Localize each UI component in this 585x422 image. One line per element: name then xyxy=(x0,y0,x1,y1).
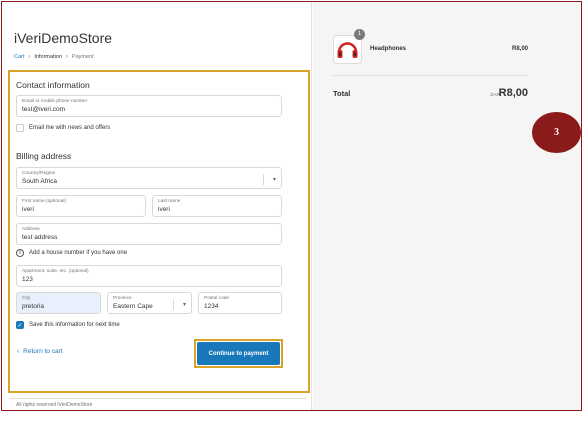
checkmark-icon: ✓ xyxy=(17,322,23,329)
postal-code-label: Postal code xyxy=(204,296,230,301)
address-label: Address xyxy=(22,227,40,232)
country-select-label: Country/Region xyxy=(22,171,56,176)
apartment-value: 123 xyxy=(22,276,33,283)
country-select[interactable]: Country/Region South Africa ▾ xyxy=(16,167,282,189)
breadcrumb-payment: Payment xyxy=(71,54,94,60)
order-summary-panel: 1 Headphones R8,00 Total ZAR R8,00 xyxy=(313,2,581,410)
last-name-field[interactable]: Last name iveri xyxy=(152,195,282,217)
address-value: test address xyxy=(22,234,58,241)
first-name-label: First name (optional) xyxy=(22,199,66,204)
chevron-right-icon: › xyxy=(28,54,31,60)
checkout-form-panel: iVeriDemoStore Cart › Information › Paym… xyxy=(2,2,312,410)
province-label: Province xyxy=(113,296,132,301)
chevron-down-icon: ▾ xyxy=(272,177,276,183)
footer-divider xyxy=(10,398,306,399)
last-name-label: Last name xyxy=(158,199,181,204)
continue-to-payment-button[interactable]: Continue to payment xyxy=(197,342,280,365)
product-price: R8,00 xyxy=(511,46,528,52)
info-icon: i xyxy=(16,249,24,257)
select-divider xyxy=(173,299,174,310)
quantity-badge: 1 xyxy=(354,29,365,40)
headphones-icon xyxy=(337,42,358,58)
postal-code-value: 1234 xyxy=(204,303,219,310)
step-number-badge: 3 xyxy=(532,112,581,153)
billing-section-title: Billing address xyxy=(16,151,72,161)
city-value: pretoria xyxy=(22,303,45,310)
chevron-down-icon: ▾ xyxy=(182,302,186,308)
news-checkbox[interactable] xyxy=(16,124,24,132)
apartment-label: Apartment, suite, etc. (optional) xyxy=(22,269,89,274)
email-field-label: Email or mobile phone number xyxy=(22,99,88,104)
city-field[interactable]: City pretoria xyxy=(16,292,101,314)
continue-button-highlight: Continue to payment xyxy=(194,339,283,368)
apartment-field[interactable]: Apartment, suite, etc. (optional) 123 xyxy=(16,265,282,287)
save-info-checkbox-row[interactable]: ✓ Save this information for next time xyxy=(16,321,120,329)
return-to-cart-link[interactable]: ‹ Return to cart xyxy=(17,348,63,355)
breadcrumb-information: Information xyxy=(34,54,62,60)
postal-code-field[interactable]: Postal code 1234 xyxy=(198,292,282,314)
total-value: R8,00 xyxy=(498,87,528,99)
save-info-checkbox[interactable]: ✓ xyxy=(16,321,24,329)
store-name[interactable]: iVeriDemoStore xyxy=(14,30,112,46)
news-checkbox-row[interactable]: Email me with news and offers xyxy=(16,124,110,132)
return-to-cart-label: Return to cart xyxy=(23,348,63,355)
house-number-hint-text: Add a house number if you have one xyxy=(29,250,128,256)
product-name: Headphones xyxy=(370,46,407,52)
first-name-value: iveri xyxy=(22,206,34,213)
total-label: Total xyxy=(333,89,351,98)
footer-text: All rights reserved iVeriDemoStore xyxy=(16,402,93,408)
summary-divider xyxy=(333,75,528,76)
select-divider xyxy=(263,174,264,185)
last-name-value: iveri xyxy=(158,206,170,213)
house-number-hint: i Add a house number if you have one xyxy=(16,249,127,257)
first-name-field[interactable]: First name (optional) iveri xyxy=(16,195,146,217)
email-field[interactable]: Email or mobile phone number test@iveri.… xyxy=(16,95,282,117)
news-checkbox-label: Email me with news and offers xyxy=(29,125,111,131)
contact-section-title: Contact information xyxy=(16,80,90,90)
province-select[interactable]: Province Eastern Cape ▾ xyxy=(107,292,192,314)
country-select-value: South Africa xyxy=(22,178,58,185)
breadcrumb: Cart › Information › Payment xyxy=(14,54,94,60)
breadcrumb-cart[interactable]: Cart xyxy=(14,54,24,60)
chevron-left-icon: ‹ xyxy=(17,348,20,355)
save-info-label: Save this information for next time xyxy=(29,322,120,328)
chevron-right-icon: › xyxy=(65,54,68,60)
address-field[interactable]: Address test address xyxy=(16,223,282,245)
email-field-value: test@iveri.com xyxy=(22,106,66,113)
checkout-window: iVeriDemoStore Cart › Information › Paym… xyxy=(1,1,582,411)
province-value: Eastern Cape xyxy=(113,303,153,310)
city-label: City xyxy=(22,296,31,301)
